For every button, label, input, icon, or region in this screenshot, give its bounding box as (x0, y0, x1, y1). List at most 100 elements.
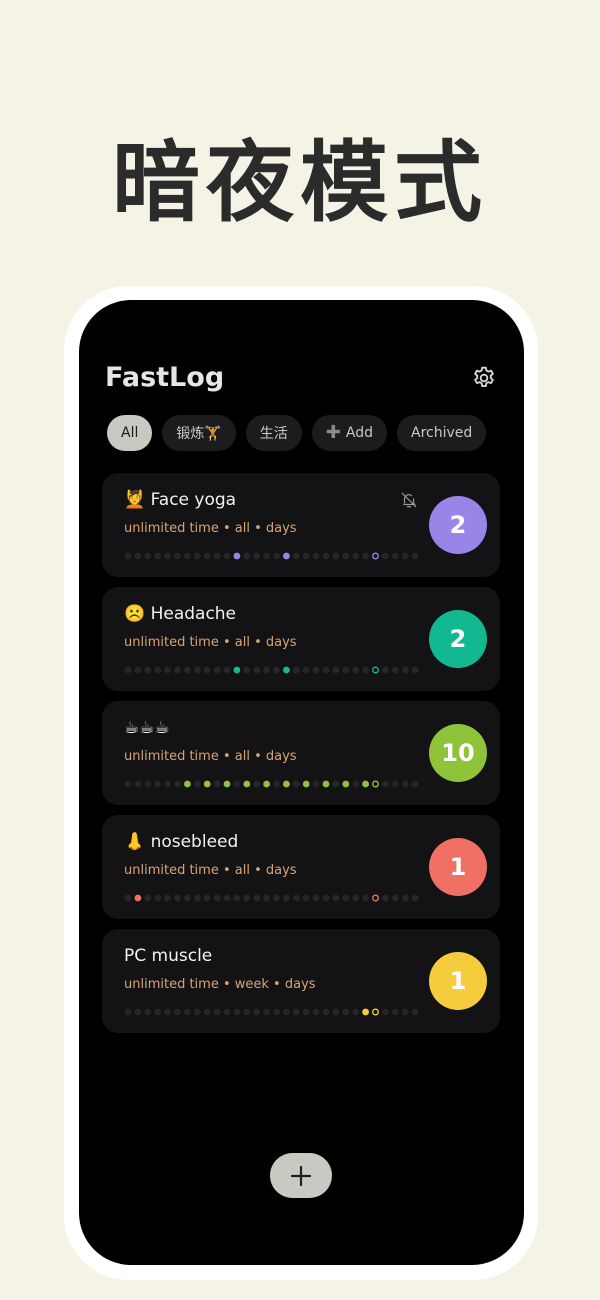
count-badge[interactable]: 2 (429, 610, 487, 668)
tab-exercise[interactable]: 锻炼🏋 (162, 415, 236, 451)
history-dot-empty (263, 894, 270, 902)
history-dot-filled (233, 552, 241, 560)
history-dot-empty (352, 666, 360, 674)
history-dot-empty (273, 780, 280, 788)
history-dot-empty (401, 894, 409, 902)
history-dot-empty (273, 894, 280, 902)
history-dot-empty (174, 780, 181, 788)
history-dot-empty (203, 894, 211, 902)
history-dot-empty (174, 894, 181, 902)
history-dot-filled (362, 1008, 369, 1016)
history-dot-empty (263, 552, 270, 560)
history-dot-empty (401, 780, 409, 788)
history-dot-filled (322, 780, 330, 788)
history-dot-empty (292, 780, 300, 788)
history-dot-empty (283, 1008, 290, 1016)
history-dot-empty (154, 1008, 162, 1016)
history-dot-today (372, 666, 379, 674)
tracker-card[interactable]: PC muscle unlimited time • week • days 1 (102, 929, 500, 1033)
history-dot-empty (411, 1008, 419, 1016)
history-dot-filled (243, 780, 251, 788)
card-meta: unlimited time • all • days (124, 749, 297, 764)
card-meta: unlimited time • all • days (124, 863, 297, 878)
tab-label: 生活 (259, 426, 288, 442)
history-dot-empty (302, 552, 310, 560)
history-dot-empty (184, 1008, 191, 1016)
history-dot-empty (124, 552, 132, 560)
history-dot-filled (342, 780, 350, 788)
history-dot-empty (164, 894, 171, 902)
history-dot-empty (273, 1008, 280, 1016)
history-dot-empty (223, 552, 231, 560)
tab-label: All (121, 425, 139, 441)
history-dot-empty (292, 552, 300, 560)
history-dot-today (372, 1008, 379, 1016)
tab-all[interactable]: All (107, 415, 153, 451)
tab-life[interactable]: 生活 (245, 415, 302, 451)
tab-label: 锻炼🏋 (176, 426, 222, 442)
history-dot-today (372, 780, 379, 788)
history-dot-empty (352, 894, 360, 902)
history-dot-empty (401, 666, 409, 674)
history-dot-empty (332, 666, 340, 674)
history-dot-empty (342, 552, 350, 560)
history-dot-empty (411, 666, 419, 674)
history-dot-empty (253, 666, 261, 674)
history-dot-empty (223, 666, 231, 674)
history-dot-empty (243, 666, 251, 674)
history-dot-empty (193, 1008, 201, 1016)
history-dot-empty (203, 1008, 211, 1016)
history-dot-empty (352, 780, 360, 788)
history-dot-empty (174, 552, 181, 560)
history-dot-empty (134, 666, 142, 674)
card-title: ☕☕☕ (124, 718, 170, 738)
tab-add[interactable]: ✚ Add (311, 415, 387, 451)
count-badge[interactable]: 10 (429, 724, 487, 782)
history-dot-empty (184, 666, 191, 674)
history-dot-empty (342, 894, 350, 902)
history-dot-filled (203, 780, 211, 788)
history-dot-empty (401, 1008, 409, 1016)
tracker-card[interactable]: 💆 Face yoga unlimited time • all • days … (102, 473, 500, 577)
history-dot-empty (243, 552, 251, 560)
card-title: PC muscle (124, 946, 213, 966)
history-dot-empty (302, 666, 310, 674)
add-entry-button[interactable] (270, 1153, 332, 1198)
history-dot-filled (283, 666, 290, 674)
history-dot-empty (352, 552, 360, 560)
count-badge[interactable]: 1 (429, 952, 487, 1010)
history-dot-empty (203, 666, 211, 674)
history-dot-empty (213, 894, 221, 902)
history-dot-empty (253, 780, 261, 788)
history-dot-empty (362, 552, 369, 560)
settings-button[interactable] (471, 365, 497, 391)
history-dot-empty (312, 552, 320, 560)
history-dot-empty (332, 552, 340, 560)
tracker-card[interactable]: ☹️ Headache unlimited time • all • days … (102, 587, 500, 691)
card-title: 💆 Face yoga (124, 490, 237, 510)
tab-archived[interactable]: Archived (397, 415, 487, 451)
history-dot-empty (332, 894, 340, 902)
history-dot-empty (223, 894, 231, 902)
history-dot-filled (233, 666, 241, 674)
count-badge[interactable]: 1 (429, 838, 487, 896)
history-dot-filled (223, 780, 231, 788)
history-dot-empty (273, 552, 280, 560)
history-dot-empty (411, 894, 419, 902)
count-badge[interactable]: 2 (429, 496, 487, 554)
history-dot-empty (263, 1008, 270, 1016)
history-dot-empty (382, 666, 389, 674)
history-dot-filled (283, 552, 290, 560)
history-dot-empty (411, 780, 419, 788)
tracker-card[interactable]: 👃 nosebleed unlimited time • all • days … (102, 815, 500, 919)
history-dot-empty (124, 780, 132, 788)
history-dot-empty (411, 552, 419, 560)
tracker-card[interactable]: ☕☕☕ unlimited time • all • days 10 (102, 701, 500, 805)
history-dot-empty (362, 894, 369, 902)
history-dot-filled (134, 894, 142, 902)
history-dot-empty (134, 1008, 142, 1016)
history-dot-empty (292, 1008, 300, 1016)
history-dot-empty (164, 780, 171, 788)
history-dot-empty (144, 666, 152, 674)
history-dot-empty (164, 552, 171, 560)
